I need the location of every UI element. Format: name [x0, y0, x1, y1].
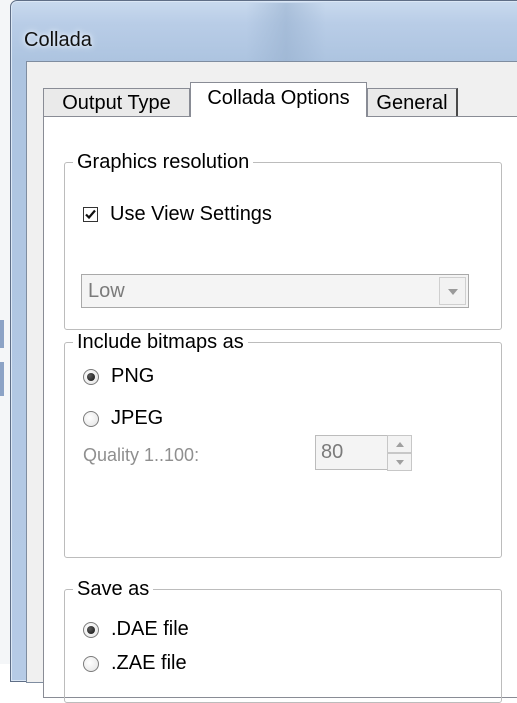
quality-spinner[interactable]: [387, 435, 412, 471]
spin-down-icon: [396, 460, 404, 465]
tab-general[interactable]: General: [367, 88, 458, 117]
bitmap-jpeg-option[interactable]: JPEG: [83, 407, 163, 430]
collada-dialog: Collada Output Type Collada Options Gene…: [10, 0, 517, 703]
bitmap-jpeg-label: JPEG: [111, 407, 164, 429]
save-dae-label: .DAE file: [111, 618, 189, 640]
background-highlight: [0, 362, 4, 396]
title-bar-glow: [246, 3, 326, 61]
tab-output-type[interactable]: Output Type: [43, 88, 190, 117]
checkmark-icon: [85, 209, 96, 220]
graphics-resolution-group: Graphics resolution Use View Settings Lo…: [64, 150, 502, 330]
window-title: Collada: [24, 29, 92, 51]
save-as-legend: Save as: [73, 577, 154, 601]
use-view-settings-label: Use View Settings: [110, 203, 272, 225]
use-view-settings-checkbox[interactable]: [83, 207, 98, 222]
quality-spin-up-button[interactable]: [387, 435, 412, 453]
save-as-group: Save as .DAE file .ZAE file: [64, 577, 502, 703]
use-view-settings-checkbox-row[interactable]: Use View Settings: [83, 203, 272, 226]
title-bar[interactable]: Collada: [11, 1, 517, 61]
save-dae-radio[interactable]: [83, 621, 99, 638]
background-highlight: [0, 320, 4, 348]
resolution-select-dropdown-button[interactable]: [439, 277, 466, 305]
dialog-client-area: Output Type Collada Options General Grap…: [26, 61, 517, 703]
graphics-resolution-legend: Graphics resolution: [73, 150, 254, 174]
dropdown-arrow-icon: [448, 289, 458, 295]
resolution-select-value: Low: [88, 280, 125, 302]
bitmap-png-option[interactable]: PNG: [83, 365, 154, 388]
bitmap-png-radio[interactable]: [83, 368, 99, 385]
quality-label: Quality 1..100:: [83, 445, 200, 465]
save-dae-option[interactable]: .DAE file: [83, 618, 189, 641]
quality-spin-down-button[interactable]: [387, 453, 412, 471]
include-bitmaps-group: Include bitmaps as PNG JPEG Quality 1..1…: [64, 330, 502, 558]
resolution-select[interactable]: Low: [81, 274, 469, 308]
bitmap-png-label: PNG: [111, 365, 155, 387]
quality-input[interactable]: 80: [315, 435, 390, 470]
include-bitmaps-legend: Include bitmaps as: [73, 330, 248, 354]
spin-up-icon: [396, 442, 404, 447]
bitmap-jpeg-radio[interactable]: [83, 410, 99, 427]
tab-collada-options[interactable]: Collada Options: [190, 82, 367, 117]
